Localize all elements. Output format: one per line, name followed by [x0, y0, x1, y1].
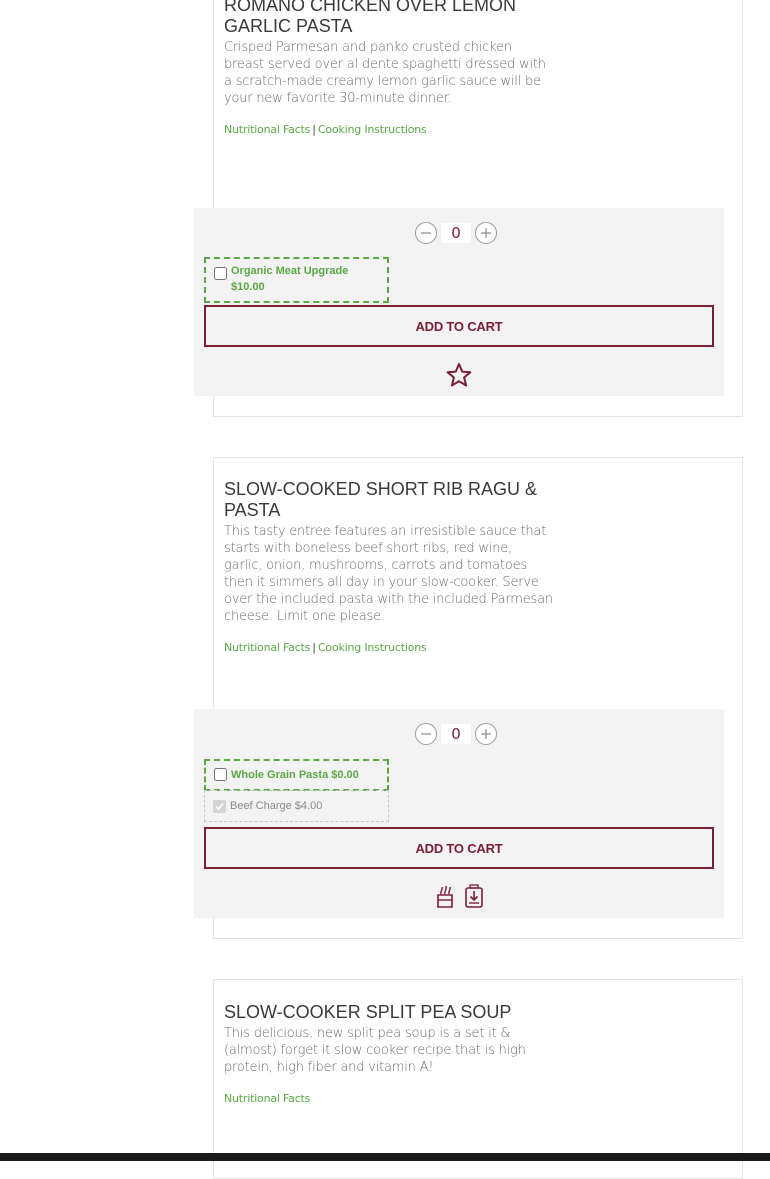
thaw-icon[interactable]	[434, 883, 456, 914]
footer-bar	[0, 1153, 770, 1161]
quantity-stepper	[415, 221, 497, 245]
option-label: Organic Meat Upgrade $10.00	[231, 265, 349, 293]
beef-charge-checkbox	[213, 799, 226, 813]
nutritional-facts-link[interactable]: Nutritional Facts	[224, 123, 310, 136]
product-action-panel: Organic Meat Upgrade $10.00 ADD TO CART	[194, 208, 724, 396]
nutritional-facts-link[interactable]: Nutritional Facts	[224, 1092, 310, 1105]
whole-grain-pasta-option[interactable]: Whole Grain Pasta $0.00	[204, 759, 389, 791]
product-title: ROMANO CHICKEN OVER LEMON GARLIC PASTA	[224, 0, 517, 36]
quantity-input[interactable]	[441, 724, 471, 744]
product-icons	[194, 883, 724, 914]
product-icons	[194, 362, 724, 393]
slow-cooker-icon[interactable]	[464, 883, 484, 914]
decrease-quantity-button[interactable]	[415, 222, 437, 244]
minus-icon	[421, 733, 431, 735]
product-description: This delicious, new split pea soup is a …	[224, 1026, 526, 1075]
beef-charge-option: Beef Charge $4.00	[204, 790, 389, 822]
cooking-instructions-link[interactable]: Cooking Instructions	[318, 123, 427, 136]
link-separator: |	[312, 641, 316, 654]
plus-icon	[481, 228, 491, 238]
link-separator: |	[312, 123, 316, 136]
whole-grain-pasta-checkbox[interactable]	[214, 768, 227, 781]
organic-meat-upgrade-checkbox[interactable]	[214, 267, 227, 280]
add-to-cart-button[interactable]: ADD TO CART	[204, 827, 714, 869]
checkmark-icon	[215, 802, 224, 810]
product-card: SLOW-COOKER SPLIT PEA SOUP This deliciou…	[213, 979, 743, 1179]
increase-quantity-button[interactable]	[475, 723, 497, 745]
plus-icon	[481, 729, 491, 739]
product-action-panel: Whole Grain Pasta $0.00 Beef Charge $4.0…	[194, 709, 724, 918]
decrease-quantity-button[interactable]	[415, 723, 437, 745]
minus-icon	[421, 232, 431, 234]
product-links: Nutritional Facts | Cooking Instructions	[224, 123, 554, 136]
product-title: SLOW-COOKER SPLIT PEA SOUP	[224, 1002, 512, 1022]
add-to-cart-button[interactable]: ADD TO CART	[204, 305, 714, 347]
product-links: Nutritional Facts | Cooking Instructions	[224, 641, 554, 654]
option-label: Beef Charge $4.00	[230, 800, 323, 812]
quantity-stepper	[415, 722, 497, 746]
product-description: This tasty entree features an irresistib…	[224, 524, 553, 624]
option-label: Whole Grain Pasta $0.00	[231, 769, 359, 781]
organic-meat-upgrade-option[interactable]: Organic Meat Upgrade $10.00	[204, 257, 389, 303]
nutritional-facts-link[interactable]: Nutritional Facts	[224, 641, 310, 654]
cooking-instructions-link[interactable]: Cooking Instructions	[318, 641, 427, 654]
star-outline-icon[interactable]	[446, 362, 472, 393]
product-description: Crisped Parmesan and panko crusted chick…	[224, 40, 546, 106]
quantity-input[interactable]	[441, 223, 471, 243]
increase-quantity-button[interactable]	[475, 222, 497, 244]
product-title: SLOW-COOKED SHORT RIB RAGU & PASTA	[224, 479, 538, 520]
product-links: Nutritional Facts	[224, 1092, 554, 1105]
